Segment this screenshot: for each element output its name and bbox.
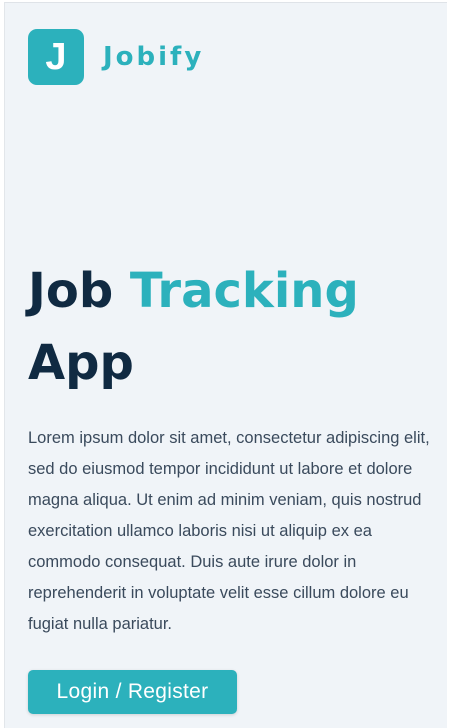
hero-title-part1: Job (28, 263, 114, 319)
navbar: J Jobify (28, 29, 204, 85)
hero-title-accent: Tracking (129, 263, 359, 319)
hero-title-part2: App (28, 335, 134, 391)
login-register-button[interactable]: Login / Register (28, 670, 237, 714)
landing-page: J Jobify Job Tracking App Lorem ipsum dol… (4, 2, 447, 728)
hero-title: Job Tracking App (28, 255, 428, 399)
hero-description: Lorem ipsum dolor sit amet, consectetur … (28, 429, 430, 633)
logo-icon: J (28, 29, 84, 85)
brand-name: Jobify (103, 42, 205, 72)
